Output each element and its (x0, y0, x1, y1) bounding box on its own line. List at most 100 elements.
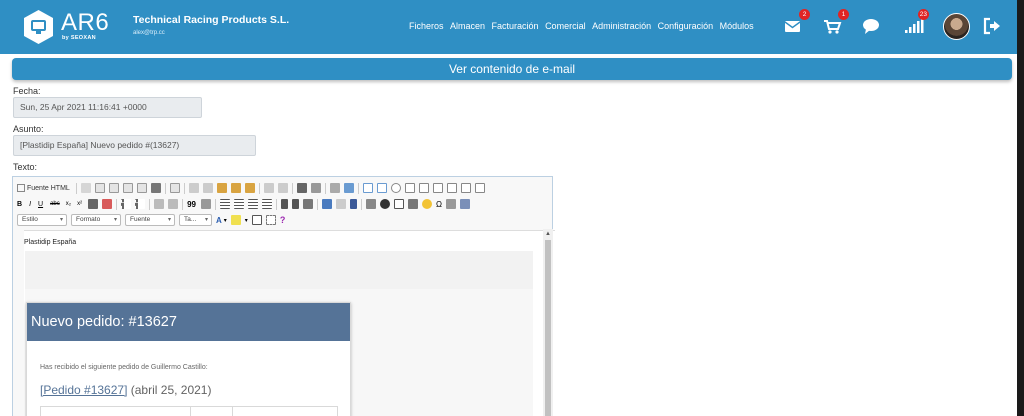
font-combo[interactable]: Fuente (125, 214, 175, 226)
bg-color-icon[interactable] (230, 215, 241, 225)
signal-button[interactable]: 23 (903, 9, 929, 37)
order-link[interactable]: [Pedido #13627] (40, 383, 127, 397)
scroll-up-icon[interactable]: ▲ (545, 231, 551, 237)
remove-format-icon[interactable] (102, 199, 113, 209)
textfield-icon[interactable] (404, 183, 415, 193)
align-right-icon[interactable] (248, 199, 259, 209)
iframe-icon[interactable] (460, 199, 470, 209)
copy-icon[interactable] (202, 183, 213, 193)
user-email: alex@trp.cc (133, 30, 165, 36)
align-justify-icon[interactable] (262, 199, 273, 209)
nav-item-almacen[interactable]: Almacen (450, 21, 485, 31)
language-icon[interactable] (303, 199, 314, 209)
redo-icon[interactable] (277, 183, 288, 193)
special-char-icon[interactable]: Ω (436, 200, 442, 209)
bg-color-arrow[interactable]: ▾ (245, 217, 248, 224)
rtl-icon[interactable] (292, 199, 300, 209)
format-combo[interactable]: Formato (71, 214, 121, 226)
received-text: Has recibido el siguiente pedido de Guil… (40, 364, 208, 371)
spellcheck-icon[interactable] (343, 183, 354, 193)
subscript-icon[interactable]: x₂ (66, 201, 71, 207)
copy-format-icon[interactable] (88, 199, 99, 209)
underline-icon[interactable]: U (38, 201, 43, 208)
order-email-card: Nuevo pedido: #13627 Has recibido el sig… (26, 302, 351, 416)
company-name: Technical Racing Products S.L. (133, 14, 290, 26)
table-icon[interactable] (394, 199, 405, 209)
asunto-label: Asunto: (13, 124, 44, 134)
unlink-icon[interactable] (336, 199, 347, 209)
nav-item-ficheros[interactable]: Ficheros (409, 21, 444, 31)
anchor-flag-icon[interactable] (350, 199, 358, 209)
strike-icon[interactable]: abc (50, 201, 60, 207)
new-page-icon[interactable] (94, 183, 105, 193)
print-icon[interactable] (150, 183, 161, 193)
nav-item-modulos[interactable]: Módulos (720, 21, 754, 31)
chat-bubble-icon (863, 19, 879, 34)
italic-icon[interactable]: I (29, 201, 31, 208)
nav-item-comercial[interactable]: Comercial (545, 21, 586, 31)
page-title-banner: Ver contenido de e-mail (12, 58, 1012, 80)
align-left-icon[interactable] (220, 199, 231, 209)
maximize-icon[interactable] (251, 215, 262, 225)
save-icon[interactable] (80, 183, 91, 193)
bold-icon[interactable]: B (17, 201, 22, 208)
link-icon[interactable] (322, 199, 333, 209)
size-combo[interactable]: Ta... (179, 214, 212, 226)
chat-button[interactable] (860, 15, 882, 37)
site-name: Plastidip España (24, 239, 77, 246)
find-icon[interactable] (296, 183, 307, 193)
checkbox-icon[interactable] (376, 183, 387, 193)
paste-word-icon[interactable] (244, 183, 255, 193)
select-all-icon[interactable] (329, 183, 340, 193)
nav-item-configuracion[interactable]: Configuración (658, 21, 714, 31)
button-icon[interactable] (446, 183, 457, 193)
image-button-icon[interactable] (460, 183, 471, 193)
blockquote-icon[interactable]: 99 (187, 200, 196, 209)
replace-icon[interactable] (310, 183, 321, 193)
nav-item-facturacion[interactable]: Facturación (492, 21, 539, 31)
templates2-icon[interactable] (169, 183, 180, 193)
smiley-icon[interactable] (422, 199, 433, 209)
text-color-icon[interactable]: A (216, 216, 222, 225)
editor-scrollbar[interactable]: ▲ (543, 229, 553, 416)
logo-icon[interactable] (22, 9, 55, 45)
fecha-field[interactable]: Sun, 25 Apr 2021 11:16:41 +0000 (13, 97, 202, 118)
logout-button[interactable] (981, 15, 1003, 37)
flash-icon[interactable] (380, 199, 391, 209)
outdent-icon[interactable] (154, 199, 165, 209)
superscript-icon[interactable]: x² (77, 201, 82, 207)
source-html-button[interactable]: Fuente HTML (17, 184, 70, 192)
numbered-list-icon[interactable] (121, 199, 132, 209)
paste-text-icon[interactable] (230, 183, 241, 193)
textarea-icon[interactable] (418, 183, 429, 193)
mail-button[interactable]: 2 (782, 9, 810, 37)
page-break-icon[interactable] (446, 199, 456, 209)
show-blocks-icon[interactable] (265, 215, 276, 225)
align-center-icon[interactable] (234, 199, 245, 209)
scrollbar-thumb[interactable] (545, 240, 551, 416)
nav-item-administracion[interactable]: Administración (592, 21, 651, 31)
help-icon[interactable]: ? (280, 215, 286, 225)
asunto-field[interactable]: [Plastidip España] Nuevo pedido #(13627) (13, 135, 256, 156)
style-combo[interactable]: Estilo (17, 214, 67, 226)
text-color-arrow[interactable]: ▾ (224, 217, 227, 224)
cut-icon[interactable] (188, 183, 199, 193)
select-icon[interactable] (432, 183, 443, 193)
templates-icon[interactable] (108, 183, 119, 193)
paste-icon[interactable] (216, 183, 227, 193)
image-icon[interactable] (366, 199, 377, 209)
hr-icon[interactable] (408, 199, 419, 209)
indent-icon[interactable] (168, 199, 179, 209)
form-icon[interactable] (362, 183, 373, 193)
editor-content[interactable]: Plastidip España Nuevo pedido: #13627 Ha… (24, 230, 555, 416)
hidden-field-icon[interactable] (474, 183, 485, 193)
radio-icon[interactable] (390, 183, 401, 193)
bullet-list-icon[interactable] (135, 199, 146, 209)
cart-button[interactable]: 1 (821, 9, 849, 37)
ltr-icon[interactable] (281, 199, 289, 209)
preview-icon[interactable] (136, 183, 147, 193)
div-icon[interactable] (201, 199, 212, 209)
user-avatar[interactable] (943, 13, 970, 40)
document-icon[interactable] (122, 183, 133, 193)
undo-icon[interactable] (263, 183, 274, 193)
